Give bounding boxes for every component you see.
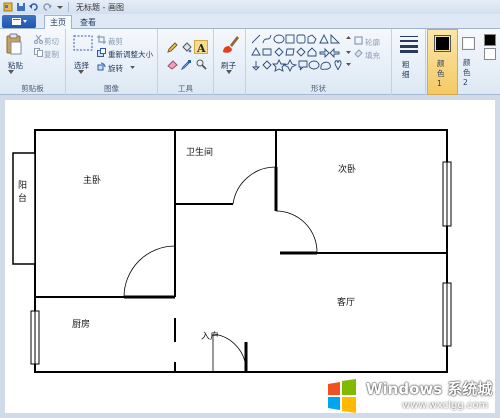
rotate-icon[interactable] [97, 62, 106, 71]
title-separator [68, 2, 69, 12]
paint-app-icon [3, 2, 13, 12]
watermark: Windows 系统城 www.wxclgg.com [318, 374, 500, 418]
label-second-bedroom: 次卧 [338, 163, 356, 175]
outline-button[interactable]: 轮廓 [365, 37, 380, 48]
label-balcony-1: 阳 [18, 180, 27, 191]
color2-swatch [462, 37, 475, 50]
color2-button[interactable]: 颜色 2 [458, 29, 500, 95]
cut-icon[interactable] [34, 35, 43, 44]
select-icon[interactable] [73, 35, 93, 51]
copy-icon[interactable] [34, 48, 43, 57]
file-menu-button[interactable] [2, 15, 36, 28]
floor-plan-drawing: 阳 台 主卧 卫生间 次卧 客厅 厨房 入户 [12, 129, 452, 373]
color-picker-icon[interactable] [181, 59, 192, 70]
svg-text:A: A [196, 42, 206, 53]
paste-dropdown-icon[interactable] [8, 70, 14, 74]
palette-swatch-white[interactable] [484, 48, 496, 60]
color1-label: 颜色 1 [437, 59, 445, 88]
magnifier-icon[interactable] [196, 59, 207, 70]
tab-view[interactable]: 查看 [74, 15, 102, 29]
size-group: 粗细 [392, 29, 426, 95]
tools-group-label: 工具 [178, 84, 193, 93]
color2-fill [464, 39, 473, 48]
shapes-scroll-icon[interactable] [346, 35, 351, 69]
watermark-url: www.wxclgg.com [402, 400, 489, 411]
paste-icon[interactable] [5, 33, 23, 55]
text-icon: A [196, 42, 206, 55]
door-bath-swing [232, 166, 277, 205]
pencil-icon[interactable] [167, 42, 178, 53]
image-group: 选择 裁剪 重新调整大小 旋转 图像 [66, 29, 158, 95]
tools-group: A 工具 [158, 29, 214, 95]
color2-label: 颜色 2 [463, 58, 471, 87]
crop-button[interactable]: 裁剪 [108, 36, 123, 47]
save-icon[interactable] [16, 2, 26, 12]
palette-swatch-black[interactable] [484, 34, 496, 46]
shapes-gallery[interactable] [250, 33, 346, 73]
label-entrance: 入户 [201, 330, 219, 342]
clipboard-group: 粘贴 剪切 复制 剪贴板 [0, 29, 66, 95]
cut-button[interactable]: 剪切 [44, 36, 59, 47]
file-menu-icon [12, 18, 27, 25]
brushes-dropdown-icon[interactable] [226, 70, 232, 74]
label-master-bedroom: 主卧 [83, 174, 101, 186]
door-second-swing [275, 210, 318, 254]
label-kitchen: 厨房 [72, 318, 90, 330]
resize-icon[interactable] [97, 48, 106, 57]
fill-icon[interactable] [354, 49, 363, 58]
fill-bucket-icon[interactable] [181, 42, 192, 53]
copy-button[interactable]: 复制 [44, 49, 59, 60]
drawing-canvas[interactable]: 阳 台 主卧 卫生间 次卧 客厅 厨房 入户 [5, 100, 495, 413]
rotate-dropdown-icon[interactable] [130, 66, 135, 69]
eraser-icon[interactable] [167, 59, 178, 70]
line-size-icon[interactable] [400, 35, 418, 53]
label-balcony-2: 台 [18, 192, 27, 204]
text-tool-button[interactable]: A [194, 40, 208, 55]
shapes-group-label: 形状 [311, 84, 326, 93]
window-title: 无标题 - 画图 [76, 2, 124, 12]
color1-button[interactable]: 颜色 1 [427, 29, 458, 95]
ribbon-tab-row: 主页 查看 [0, 14, 500, 29]
door-master-swing [123, 245, 176, 298]
image-group-label: 图像 [104, 84, 119, 93]
label-living-room: 客厅 [337, 296, 355, 308]
crop-icon[interactable] [97, 35, 106, 44]
color1-fill [436, 37, 449, 50]
label-bathroom: 卫生间 [186, 146, 213, 158]
outline-icon[interactable] [354, 36, 363, 45]
fill-button[interactable]: 填充 [365, 50, 380, 61]
brush-icon[interactable] [220, 33, 240, 55]
rotate-button[interactable]: 旋转 [108, 63, 123, 74]
title-bar: 无标题 - 画图 [0, 0, 500, 14]
balcony [12, 152, 36, 265]
brushes-group: 刷子 [214, 29, 246, 95]
undo-icon[interactable] [29, 2, 39, 12]
outer-wall [34, 129, 448, 373]
redo-icon[interactable] [42, 2, 52, 12]
watermark-title: Windows 系统城 [366, 380, 493, 398]
clipboard-group-label: 剪贴板 [21, 84, 44, 93]
windows-logo-icon [328, 379, 356, 413]
tab-home[interactable]: 主页 [44, 15, 72, 29]
customize-toolbar-icon[interactable] [55, 2, 65, 12]
size-button[interactable]: 粗细 [402, 60, 416, 80]
select-dropdown-icon[interactable] [78, 70, 84, 74]
color1-swatch [434, 35, 451, 52]
ribbon: 粘贴 剪切 复制 剪贴板 选择 裁剪 重新调整大小 旋转 图像 A 工具 刷子 [0, 29, 500, 95]
shapes-group: 轮廓 填充 形状 [246, 29, 392, 95]
resize-button[interactable]: 重新调整大小 [108, 49, 153, 60]
canvas-workspace: 阳 台 主卧 卫生间 次卧 客厅 厨房 入户 [0, 95, 500, 418]
